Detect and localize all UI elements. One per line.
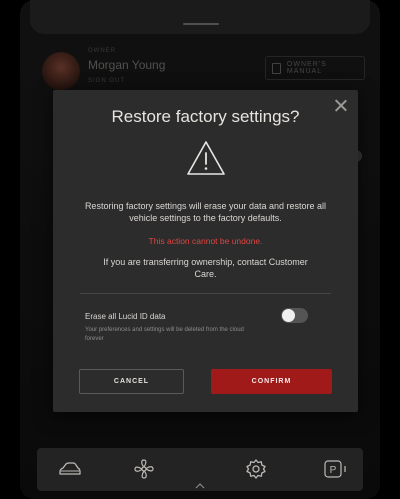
divider: [80, 293, 331, 294]
nav-parking[interactable]: P: [323, 456, 349, 482]
warning-icon: [187, 141, 225, 175]
nav-car[interactable]: [57, 456, 83, 482]
nav-climate[interactable]: [131, 456, 157, 482]
undo-warning-text: This action cannot be undone.: [148, 236, 263, 246]
nav-settings[interactable]: [243, 456, 269, 482]
restore-factory-dialog: Restore factory settings? Restoring fact…: [53, 90, 358, 412]
chevron-up-icon[interactable]: [195, 483, 205, 489]
transfer-ownership-text: If you are transferring ownership, conta…: [103, 257, 308, 279]
parking-label: P: [330, 465, 337, 476]
confirm-button[interactable]: CONFIRM: [211, 369, 332, 394]
gear-icon: [246, 459, 266, 479]
toggle-knob: [282, 309, 295, 322]
fan-icon: [134, 459, 154, 479]
car-icon: [59, 462, 81, 475]
erase-lucid-id-toggle[interactable]: [281, 308, 308, 323]
parking-icon: P: [324, 460, 346, 478]
erase-lucid-id-label: Erase all Lucid ID data: [85, 312, 166, 321]
erase-lucid-id-help: Your preferences and settings will be de…: [85, 327, 244, 342]
dialog-body-text: Restoring factory settings will erase yo…: [84, 201, 327, 223]
cancel-button[interactable]: CANCEL: [79, 369, 184, 394]
dialog-title: Restore factory settings?: [111, 107, 300, 126]
